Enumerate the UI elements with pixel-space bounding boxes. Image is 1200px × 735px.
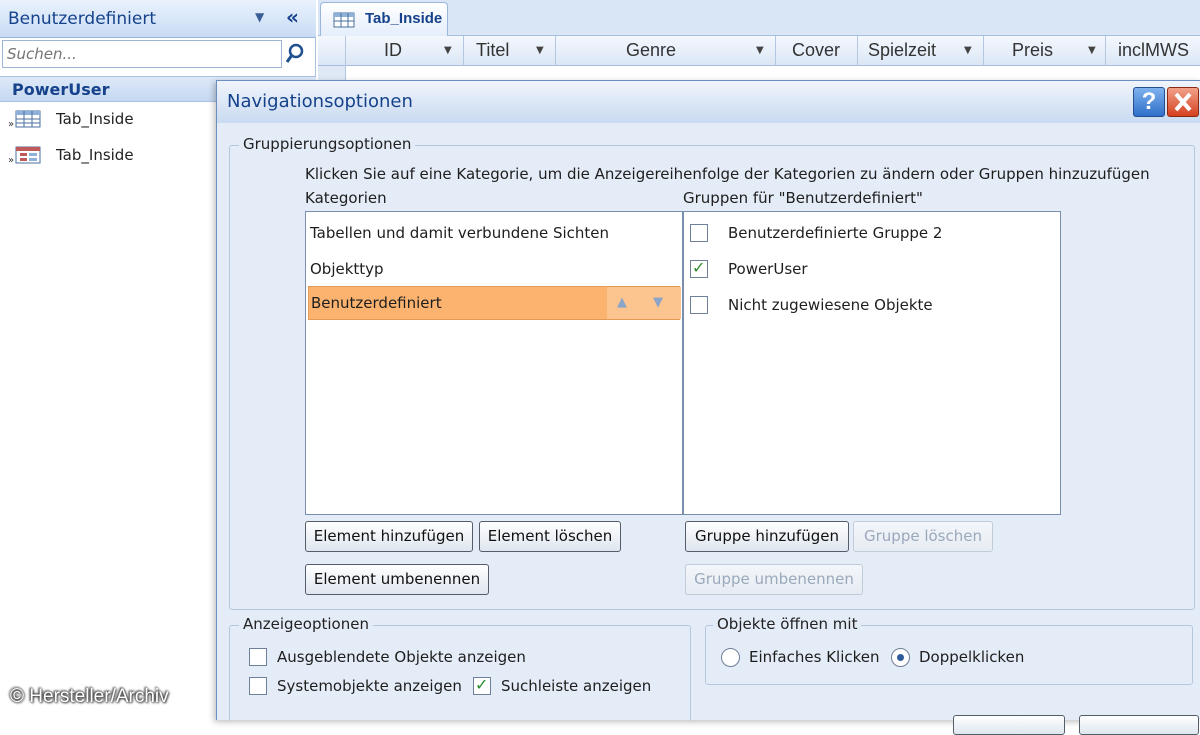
rename-element-button[interactable]: Element umbenennen [305,564,489,595]
group-item-label: PowerUser [728,260,808,278]
svg-text:»: » [8,119,14,129]
collapse-pane-icon[interactable]: « [286,5,299,29]
single-click-label: Einfaches Klicken [749,648,880,666]
table-icon: » [8,109,42,133]
document-tab-strip [318,0,1200,36]
search-icon [285,43,304,63]
group-item-label: Benutzerdefinierte Gruppe 2 [728,224,943,242]
help-icon: ? [1141,88,1157,115]
checkmark-icon: ✓ [475,675,489,694]
ok-button[interactable] [953,715,1065,735]
groups-label: Gruppen für "Benutzerdefiniert" [683,189,923,207]
double-click-radio[interactable] [891,648,910,667]
show-search-checkbox[interactable]: ✓ [473,675,491,695]
column-header-row: ID ▼ Titel ▼ Genre ▼ Cover Spielzeit ▼ P… [318,36,1200,66]
navigation-options-dialog: Navigationsoptionen ? Gruppierungsoption… [216,80,1200,735]
move-down-icon[interactable]: ▼ [653,295,663,310]
categories-label: Kategorien [305,189,387,207]
table-icon [333,12,355,32]
dialog-title: Navigationsoptionen [227,91,413,112]
column-header-id[interactable]: ID ▼ [346,36,464,66]
chevron-down-icon[interactable]: ▼ [964,45,972,56]
column-header-spielzeit[interactable]: Spielzeit ▼ [858,36,984,66]
show-search-label: Suchleiste anzeigen [501,677,652,695]
close-icon [1174,92,1192,112]
radio-dot [897,654,904,661]
groups-listbox[interactable]: Benutzerdefinierte Gruppe 2 ✓ PowerUser … [683,211,1061,515]
delete-element-button[interactable]: Element löschen [479,521,621,552]
checkmark-icon: ✓ [692,258,706,277]
rename-group-button[interactable]: Gruppe umbenennen [685,564,863,595]
cancel-button[interactable] [1079,715,1199,735]
group-checkbox-1[interactable] [690,224,708,242]
group-item-label: Nicht zugewiesene Objekte [728,296,933,314]
grouping-options-legend: Gruppierungsoptionen [239,135,416,153]
category-item[interactable]: Objekttyp [310,260,384,278]
show-hidden-checkbox[interactable] [249,648,267,666]
grouping-instruction: Klicken Sie auf eine Kategorie, um die A… [305,165,1150,183]
tab-tab-inside[interactable]: Tab_Inside [320,2,448,36]
form-icon: » [8,145,42,169]
copyright-watermark: © Hersteller/Archiv [10,686,169,707]
search-button[interactable] [282,40,308,68]
categories-listbox[interactable]: Tabellen und damit verbundene Sichten Ob… [305,211,683,515]
display-options-frame [229,625,691,721]
double-click-label: Doppelklicken [919,648,1025,666]
group-checkbox-2[interactable]: ✓ [690,258,708,278]
add-element-button[interactable]: Element hinzufügen [305,521,473,552]
chevron-down-icon[interactable]: ▼ [1088,45,1096,56]
move-up-icon[interactable]: ▲ [617,295,627,310]
category-item[interactable]: Tabellen und damit verbundene Sichten [310,224,609,242]
chevron-down-icon[interactable]: ▼ [255,10,264,24]
chevron-down-icon[interactable]: ▼ [444,45,452,56]
nav-item-label: Tab_Inside [56,146,134,164]
delete-group-button[interactable]: Gruppe löschen [853,521,993,552]
reorder-arrows: ▲ ▼ [607,287,681,319]
nav-item-label: Tab_Inside [56,110,134,128]
select-all-corner[interactable] [318,36,346,66]
show-system-checkbox[interactable] [249,677,267,695]
group-checkbox-3[interactable] [690,296,708,314]
column-header-cover[interactable]: Cover [776,36,858,66]
category-item-selected[interactable]: Benutzerdefiniert ▲ ▼ [308,286,681,320]
tab-label: Tab_Inside [365,10,443,27]
show-hidden-label: Ausgeblendete Objekte anzeigen [277,648,526,666]
column-header-titel[interactable]: Titel ▼ [464,36,556,66]
chevron-down-icon[interactable]: ▼ [756,45,764,56]
nav-pane-title: Benutzerdefiniert [8,9,156,29]
column-header-genre[interactable]: Genre ▼ [556,36,776,66]
dialog-titlebar[interactable]: Navigationsoptionen ? [217,81,1200,123]
show-system-label: Systemobjekte anzeigen [277,677,462,695]
nav-search-input[interactable] [2,40,282,68]
single-click-radio[interactable] [721,648,740,667]
add-group-button[interactable]: Gruppe hinzufügen [685,521,849,552]
svg-text:»: » [8,155,14,165]
display-options-legend: Anzeigeoptionen [239,615,373,633]
nav-pane-header[interactable]: Benutzerdefiniert ▼ « [0,0,316,38]
column-header-preis[interactable]: Preis ▼ [984,36,1106,66]
nav-group-label: PowerUser [12,80,110,99]
help-button[interactable]: ? [1133,87,1165,117]
column-header-inclmws[interactable]: inclMWS [1106,36,1200,66]
open-objects-legend: Objekte öffnen mit [713,615,862,633]
close-button[interactable] [1167,87,1199,117]
chevron-down-icon[interactable]: ▼ [536,45,544,56]
